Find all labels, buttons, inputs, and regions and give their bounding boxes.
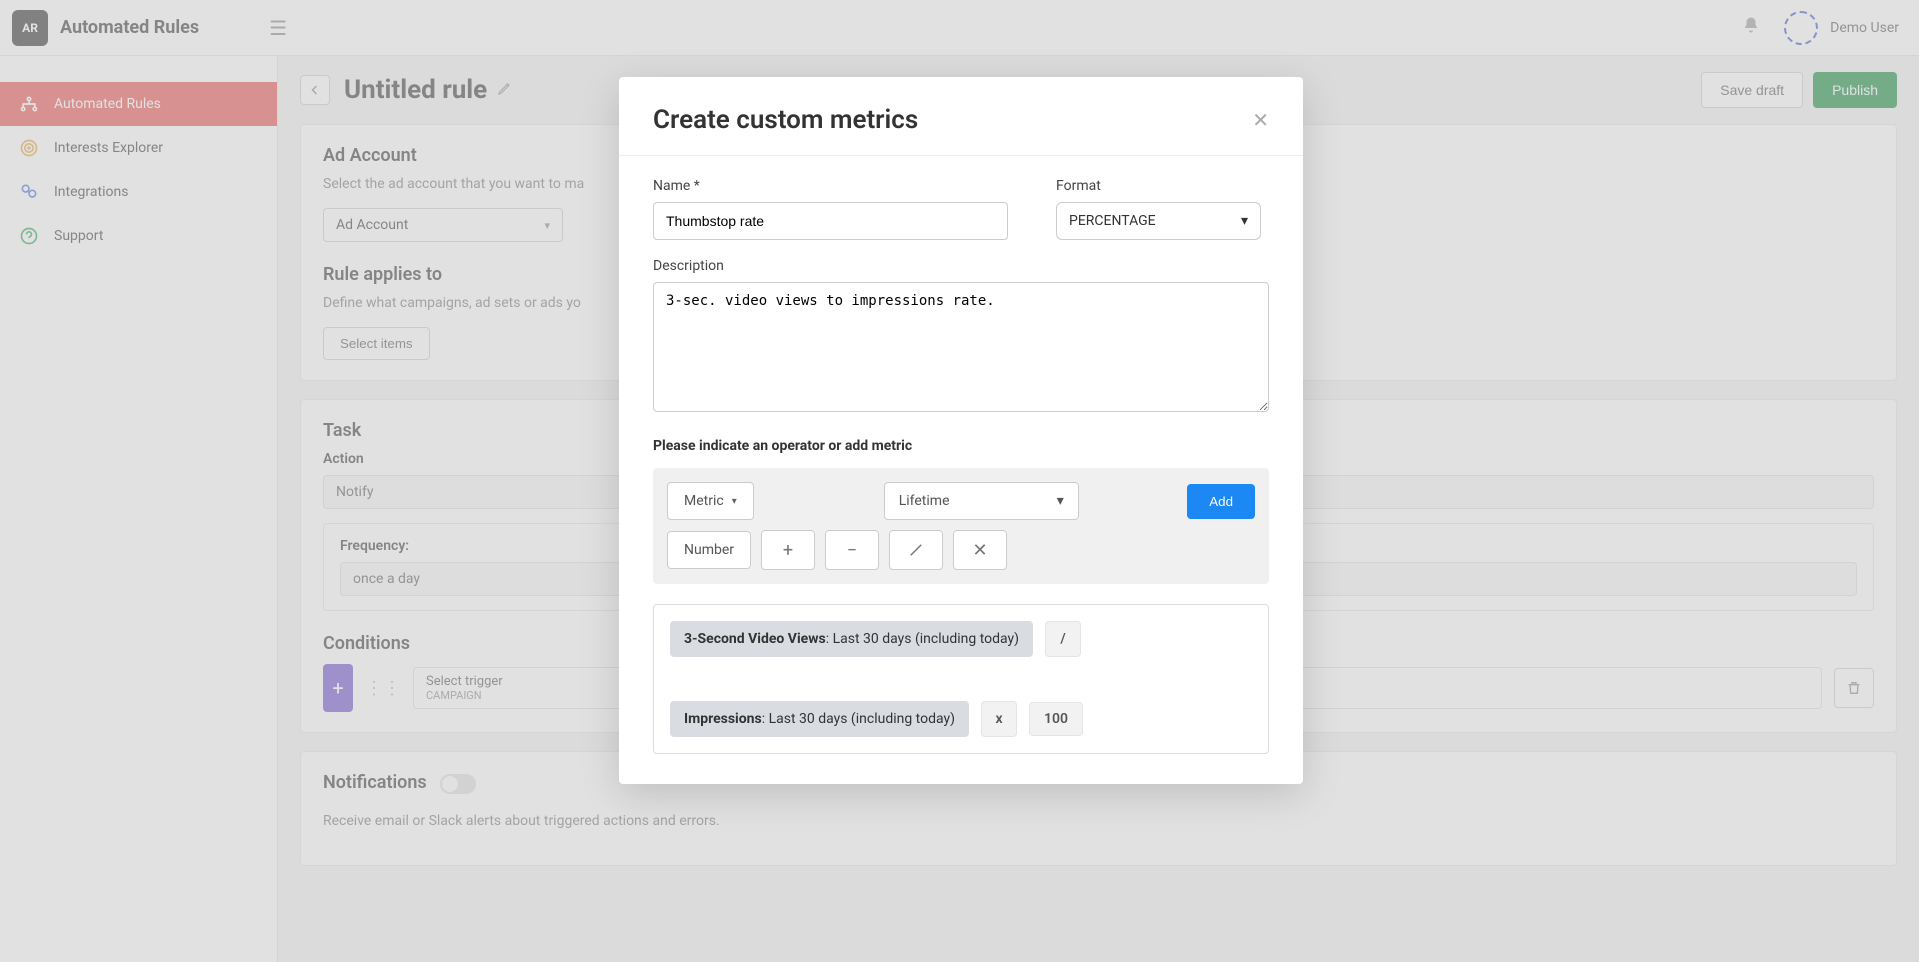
close-icon[interactable]: ✕ (1252, 108, 1269, 132)
formula-operator[interactable]: x (981, 701, 1017, 737)
metric-btn-label: Metric (684, 493, 724, 509)
token-range: Last 30 days (including today) (769, 711, 955, 727)
formula-token[interactable]: 3-Second Video Views: Last 30 days (incl… (670, 621, 1033, 657)
builder-label: Please indicate an operator or add metri… (653, 438, 1269, 454)
formula-token[interactable]: Impressions: Last 30 days (including tod… (670, 701, 969, 737)
name-input[interactable] (653, 202, 1008, 240)
minus-operator-button[interactable]: − (825, 530, 879, 570)
format-label: Format (1056, 178, 1261, 194)
timeframe-value: Lifetime (899, 493, 950, 509)
description-textarea[interactable] (653, 282, 1269, 412)
chevron-down-icon: ▾ (732, 496, 737, 507)
token-name: 3-Second Video Views (684, 631, 826, 647)
format-select[interactable]: PERCENTAGE ▾ (1056, 202, 1261, 240)
multiply-operator-button[interactable]: ✕ (953, 530, 1007, 570)
number-button[interactable]: Number (667, 531, 751, 569)
format-value: PERCENTAGE (1069, 213, 1156, 229)
formula-number[interactable]: 100 (1029, 702, 1083, 736)
description-label: Description (653, 258, 1269, 274)
metric-dropdown[interactable]: Metric ▾ (667, 482, 754, 520)
chevron-down-icon: ▾ (1057, 493, 1064, 509)
token-range: Last 30 days (including today) (833, 631, 1019, 647)
modal-header: Create custom metrics ✕ (619, 77, 1303, 156)
timeframe-select[interactable]: Lifetime ▾ (884, 482, 1079, 520)
add-button[interactable]: Add (1187, 484, 1255, 519)
formula-box: 3-Second Video Views: Last 30 days (incl… (653, 604, 1269, 754)
plus-operator-button[interactable]: + (761, 530, 815, 570)
formula-operator[interactable]: / (1045, 621, 1081, 657)
builder-box: Metric ▾ Lifetime ▾ Add Number + − (653, 468, 1269, 584)
modal-title: Create custom metrics (653, 105, 918, 135)
create-custom-metrics-modal: Create custom metrics ✕ Name Format PERC… (619, 77, 1303, 784)
divide-operator-button[interactable] (889, 530, 943, 570)
name-label: Name (653, 178, 1008, 194)
token-name: Impressions (684, 711, 762, 727)
number-btn-label: Number (684, 542, 734, 558)
modal-body: Name Format PERCENTAGE ▾ Description Ple… (619, 156, 1303, 784)
chevron-down-icon: ▾ (1241, 213, 1248, 229)
